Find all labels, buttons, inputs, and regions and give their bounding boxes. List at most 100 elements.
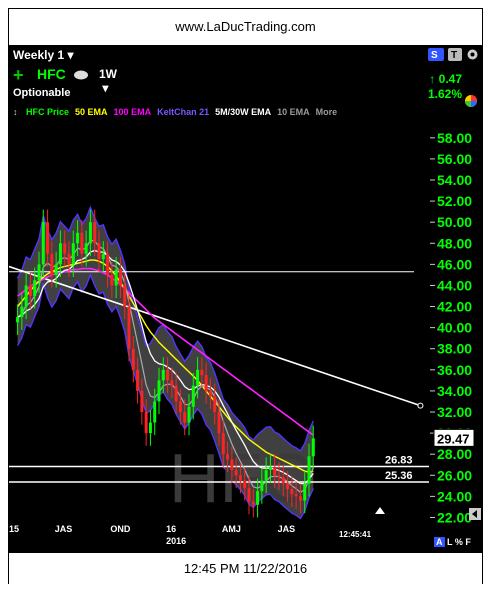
chart-panel: Weekly 1 ▾ S T + HFC 1W ▾ Optionable ↑ 0… <box>9 46 482 552</box>
legend-item[interactable]: 50 EMA <box>75 107 108 117</box>
candle-body <box>238 475 242 481</box>
y-tick-label: 36.00 <box>437 362 472 378</box>
axis-options: A L % F <box>434 537 471 547</box>
log-scale-button[interactable]: L <box>447 537 452 547</box>
candle-body <box>153 401 157 423</box>
line1-label: 26.83 <box>385 455 413 467</box>
s-badge-icon[interactable]: S <box>428 48 444 61</box>
x-tick-label: 2016 <box>166 536 186 546</box>
candle-body <box>58 243 62 265</box>
candle-body <box>97 243 101 260</box>
candle-body <box>157 380 161 402</box>
y-tick-label: 50.00 <box>437 214 472 230</box>
y-tick-label: 26.00 <box>437 467 472 483</box>
color-wheel-icon[interactable] <box>464 94 478 108</box>
fit-button[interactable]: F <box>465 537 471 547</box>
candle-body <box>187 406 191 423</box>
legend-item[interactable]: 100 EMA <box>114 107 152 117</box>
scroll-left-icon[interactable] <box>469 508 481 520</box>
last-price-label: 29.47 <box>437 431 470 446</box>
change-value: 0.47 <box>438 72 462 86</box>
candle-body <box>148 422 152 434</box>
y-tick-label: 34.00 <box>437 383 472 399</box>
legend-item[interactable]: KeltChan 21 <box>157 107 209 117</box>
candle-body <box>204 375 208 391</box>
legend-item[interactable]: More <box>316 107 338 117</box>
auto-scale-button[interactable]: A <box>434 537 445 547</box>
candle-body <box>166 369 170 381</box>
updown-arrow-icon: ↕ <box>13 107 18 117</box>
cloud-icon[interactable] <box>73 68 89 80</box>
candle-body <box>76 232 80 244</box>
y-tick-label: 44.00 <box>437 277 472 293</box>
percent-scale-button[interactable]: % <box>455 537 463 547</box>
gear-icon[interactable] <box>466 48 479 61</box>
current-bar-marker <box>375 507 385 514</box>
timeframe-selector[interactable]: Weekly 1 ▾ <box>13 48 74 62</box>
text-toggle-icon[interactable]: T <box>448 48 462 61</box>
candle-body <box>63 243 67 254</box>
y-tick-label: 42.00 <box>437 299 472 315</box>
candle-body <box>88 222 92 244</box>
y-tick-label: 38.00 <box>437 341 472 357</box>
timeframe-label: Weekly 1 <box>13 48 65 62</box>
candle-body <box>286 483 290 489</box>
svg-text:S: S <box>431 50 438 61</box>
candle-body <box>294 494 298 497</box>
candle-body <box>303 483 307 501</box>
candle-body <box>290 488 294 495</box>
candle-body <box>50 253 54 275</box>
candle-body <box>84 243 88 254</box>
symbol-label[interactable]: HFC <box>37 66 66 82</box>
candle-body <box>33 280 37 296</box>
candle-body <box>221 433 225 455</box>
price-change: ↑ 0.47 1.62% <box>428 72 462 102</box>
x-tick-label: JAS <box>55 524 73 534</box>
change-percent: 1.62% <box>427 87 462 101</box>
x-tick-label: 16 <box>166 524 176 534</box>
candle-body <box>273 466 277 476</box>
candle-body <box>170 380 174 386</box>
timestamp: 12:45 PM 11/22/2016 <box>9 552 482 584</box>
candle-body <box>28 285 32 296</box>
candle-body <box>281 477 285 484</box>
candle-body <box>110 274 114 286</box>
candle-body <box>106 253 110 275</box>
y-tick-label: 40.00 <box>437 320 472 336</box>
candle-body <box>140 390 144 412</box>
legend-item[interactable]: 5M/30W EMA <box>215 107 271 117</box>
candle-body <box>161 369 165 381</box>
legend-item[interactable]: HFC Price <box>26 107 69 117</box>
candle-body <box>67 253 71 265</box>
y-tick-label: 54.00 <box>437 172 472 188</box>
candle-body <box>200 369 204 376</box>
svg-text:T: T <box>451 50 457 61</box>
candle-body <box>226 454 230 460</box>
y-tick-label: 52.00 <box>437 193 472 209</box>
candle-body <box>191 385 195 407</box>
candle-body <box>247 487 251 502</box>
candle-body <box>183 412 187 423</box>
candle-body <box>136 369 140 391</box>
candle-body <box>174 385 178 402</box>
candle-body <box>234 470 238 476</box>
candle-body <box>230 459 234 470</box>
period-selector[interactable]: 1W ▾ <box>99 67 117 95</box>
legend-item[interactable]: 10 EMA <box>277 107 310 117</box>
candle-body <box>144 412 148 434</box>
y-tick-label: 58.00 <box>437 130 472 146</box>
x-tick-label: OND <box>110 524 131 534</box>
chevron-down-icon: ▾ <box>99 81 109 95</box>
price-chart: HFCHollyFrontier Corporation58.0056.0054… <box>9 130 475 546</box>
candle-body <box>54 264 58 275</box>
site-url: www.LaDucTrading.com <box>9 9 482 46</box>
chevron-down-icon: ▾ <box>67 48 74 62</box>
plus-icon[interactable]: + <box>13 65 24 86</box>
candle-body <box>20 306 24 318</box>
indicator-legend: ↕ HFC Price 50 EMA 100 EMA KeltChan 21 5M/30… <box>13 107 349 121</box>
y-tick-label: 32.00 <box>437 404 472 420</box>
candle-body <box>298 496 302 501</box>
figure-frame: www.LaDucTrading.com Weekly 1 ▾ S T + HF… <box>8 8 483 584</box>
y-tick-label: 46.00 <box>437 256 472 272</box>
candle-body <box>123 285 127 307</box>
